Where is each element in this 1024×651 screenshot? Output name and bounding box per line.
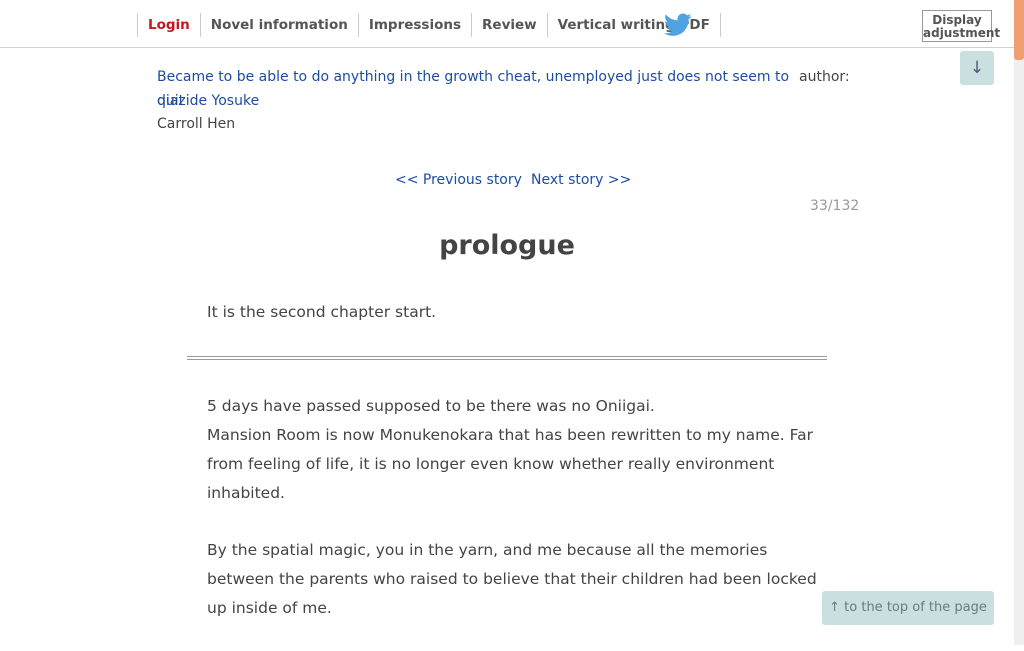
chapter-name: Carroll Hen [157,116,236,132]
back-to-top-button[interactable]: ↑ to the top of the page [822,591,994,625]
episode-preface: It is the second chapter start. [207,303,437,321]
episode-body: 5 days have passed supposed to be there … [207,392,817,651]
display-adjustment-button[interactable]: Display adjustment [922,10,1000,42]
nav-review-link[interactable]: Review [471,13,547,37]
previous-story-link[interactable]: << Previous story [395,172,522,188]
body-paragraph: 5 days have passed supposed to be there … [207,392,817,508]
body-line: 5 days have passed supposed to be there … [207,397,655,415]
episode-title: prologue [439,230,575,261]
nav-novel-information-link[interactable]: Novel information [199,13,358,37]
twitter-bird-icon[interactable] [664,13,692,37]
episode-counter: 33/132 [810,198,860,214]
nav-vertical-pdf-link[interactable]: Vertical writing PDF [546,13,721,37]
nav-login-link[interactable]: Login [137,13,200,37]
section-divider [187,356,827,360]
next-story-link[interactable]: Next story >> [531,172,631,188]
body-paragraph: By the spatial magic, you in the yarn, a… [207,536,817,623]
scroll-down-button[interactable]: ↓ [960,51,994,85]
scrollbar[interactable] [1014,0,1024,645]
scrollbar-thumb[interactable] [1014,0,1024,60]
body-line: Mansion Room is now Monukenokara that ha… [207,426,813,502]
nav-menu: Login Novel information Impressions Revi… [137,12,721,38]
nav-impressions-link[interactable]: Impressions [357,13,471,37]
body-line: By the spatial magic, you in the yarn, a… [207,541,817,617]
top-navigation-bar: Login Novel information Impressions Revi… [0,0,1014,48]
author-label: author: [799,69,850,85]
author-name-link[interactable]: diazide Yosuke [157,89,259,113]
